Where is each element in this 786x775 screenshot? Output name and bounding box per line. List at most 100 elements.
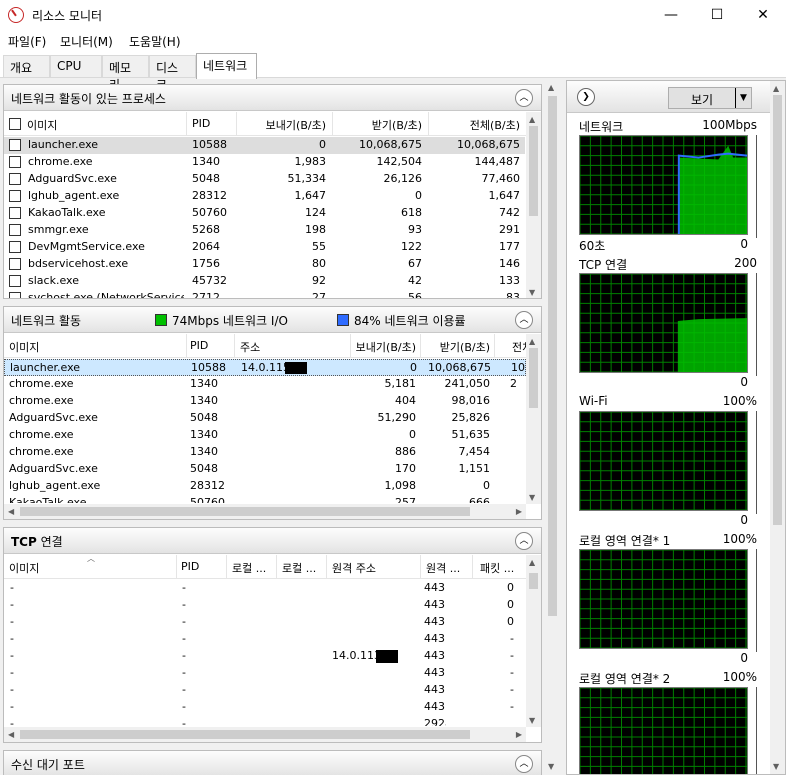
- activity-row[interactable]: chrome.exe 1340 404 98,016: [4, 393, 526, 410]
- process-row[interactable]: slack.exe 45732 92 42 133: [4, 273, 525, 290]
- col-pid[interactable]: PID: [192, 117, 210, 133]
- process-row[interactable]: KakaoTalk.exe 50760 124 618 742: [4, 205, 525, 222]
- row-checkbox[interactable]: [9, 207, 21, 219]
- col-pid[interactable]: PID: [190, 339, 208, 355]
- cell-total: 10,068,675: [457, 138, 520, 151]
- expand-arrow-icon[interactable]: ❯: [577, 88, 595, 106]
- col-total[interactable]: 전처: [512, 339, 526, 355]
- col-pid[interactable]: PID: [181, 560, 199, 576]
- cell-image: lghub_agent.exe: [28, 189, 120, 202]
- cell-pid: 28312: [190, 479, 225, 492]
- cell-pid: -: [182, 615, 186, 628]
- select-all-checkbox[interactable]: [9, 118, 21, 130]
- menu-file[interactable]: 파일(F): [8, 33, 46, 50]
- cell-total: 2: [510, 377, 517, 390]
- process-row[interactable]: DevMgmtService.exe 2064 55 122 177: [4, 239, 525, 256]
- row-checkbox[interactable]: [9, 190, 21, 202]
- tab-memory[interactable]: 메모리: [102, 55, 149, 92]
- col-send[interactable]: 보내기(B/초): [238, 117, 326, 133]
- cell-receive: 93: [408, 223, 422, 236]
- process-row[interactable]: smmgr.exe 5268 198 93 291: [4, 222, 525, 239]
- col-receive[interactable]: 받기(B/초): [422, 339, 490, 355]
- collapse-icon[interactable]: ︿: [515, 532, 533, 550]
- tcp-row[interactable]: - - 443 0: [4, 614, 526, 631]
- cell-receive: 98,016: [451, 394, 491, 407]
- process-row[interactable]: AdguardSvc.exe 5048 51,334 26,126 77,460: [4, 171, 525, 188]
- cell-pid: 10588: [191, 361, 226, 374]
- tcp-row[interactable]: - - 443 -: [4, 682, 526, 699]
- row-checkbox[interactable]: [9, 173, 21, 185]
- col-packet-loss[interactable]: 패킷 ...: [480, 560, 520, 576]
- col-local-address[interactable]: 로컬 ...: [232, 560, 274, 576]
- main-scrollbar[interactable]: ▲ ▼: [544, 80, 561, 775]
- col-remote-port[interactable]: 원격 ...: [426, 560, 466, 576]
- cell-total: 1,647: [488, 189, 521, 202]
- activity-row[interactable]: launcher.exe 10588 14.0.115. 0 10,068,675 10,…: [4, 359, 526, 376]
- col-total[interactable]: 전체(B/초): [430, 117, 520, 133]
- activity-rows: launcher.exe 10588 14.0.115. 0 10,068,675 10,…: [4, 359, 526, 503]
- cell-receive: 42: [408, 274, 422, 287]
- activity-row[interactable]: lghub_agent.exe 28312 1,098 0: [4, 478, 526, 495]
- process-row[interactable]: launcher.exe 10588 0 10,068,675 10,068,675: [4, 137, 525, 154]
- tab-network[interactable]: 네트워크: [196, 53, 257, 79]
- row-checkbox[interactable]: [9, 139, 21, 151]
- tcp-row[interactable]: - - 2928: [4, 716, 526, 726]
- col-local-port[interactable]: 로컬 ...: [282, 560, 324, 576]
- cell-remote-port: 443: [424, 649, 445, 662]
- tcp-row[interactable]: - - 443 0: [4, 597, 526, 614]
- col-address[interactable]: 주소: [240, 339, 260, 355]
- tab-disk[interactable]: 디스크: [149, 55, 196, 92]
- row-checkbox[interactable]: [9, 241, 21, 253]
- row-checkbox[interactable]: [9, 224, 21, 236]
- process-row[interactable]: lghub_agent.exe 28312 1,647 0 1,647: [4, 188, 525, 205]
- activity-vscrollbar[interactable]: ▲ ▼: [526, 334, 541, 504]
- col-image[interactable]: 이미지: [9, 560, 39, 576]
- process-row[interactable]: chrome.exe 1340 1,983 142,504 144,487: [4, 154, 525, 171]
- row-checkbox[interactable]: [9, 258, 21, 270]
- graph-pane-scrollbar[interactable]: ▲ ▼: [770, 81, 785, 774]
- processes-panel-header[interactable]: 네트워크 활동이 있는 프로세스 ︿: [4, 85, 541, 111]
- row-checkbox[interactable]: [9, 275, 21, 287]
- tab-cpu[interactable]: CPU: [50, 55, 102, 77]
- collapse-icon[interactable]: ︿: [515, 89, 533, 107]
- tcp-vscrollbar[interactable]: ▲ ▼: [526, 555, 541, 727]
- listening-ports-panel-header[interactable]: 수신 대기 포트 ︿: [4, 751, 541, 775]
- cell-send: 170: [395, 462, 416, 475]
- activity-row[interactable]: AdguardSvc.exe 5048 170 1,151: [4, 461, 526, 478]
- col-image[interactable]: 이미지: [27, 117, 57, 133]
- maximize-button[interactable]: ☐: [694, 0, 740, 30]
- cell-pid: 5048: [190, 462, 218, 475]
- collapse-icon[interactable]: ︿: [515, 755, 533, 773]
- tcp-row[interactable]: - - 443 -: [4, 699, 526, 716]
- process-row[interactable]: bdservicehost.exe 1756 80 67 146: [4, 256, 525, 273]
- menu-help[interactable]: 도움말(H): [129, 33, 181, 50]
- col-send[interactable]: 보내기(B/초): [350, 339, 416, 355]
- tcp-panel-header[interactable]: TCP 연결 ︿: [4, 528, 541, 554]
- minimize-button[interactable]: —: [648, 0, 694, 30]
- col-image[interactable]: 이미지: [9, 339, 39, 355]
- menu-monitor[interactable]: 모니터(M): [60, 33, 113, 50]
- graph-4: 로컬 영역 연결* 2 100%: [579, 670, 757, 774]
- process-row[interactable]: svchost.exe (NetworkService... 2712 27 56 83: [4, 290, 525, 298]
- network-activity-panel-header[interactable]: 네트워크 활동 74Mbps 네트워크 I/O 84% 네트워크 이용률 ︿: [4, 307, 541, 333]
- collapse-icon[interactable]: ︿: [515, 311, 533, 329]
- activity-hscrollbar[interactable]: ◀ ▶: [4, 504, 526, 519]
- tcp-row[interactable]: - - 443 -: [4, 631, 526, 648]
- col-remote-address[interactable]: 원격 주소: [332, 560, 376, 576]
- tcp-row[interactable]: - - 14.0.113. 443 -: [4, 648, 526, 665]
- tab-overview[interactable]: 개요: [3, 55, 50, 77]
- tcp-row[interactable]: - - 443 -: [4, 665, 526, 682]
- close-button[interactable]: ✕: [740, 0, 786, 30]
- activity-row[interactable]: chrome.exe 1340 5,181 241,050 2: [4, 376, 526, 393]
- activity-row[interactable]: chrome.exe 1340 886 7,454: [4, 444, 526, 461]
- activity-row[interactable]: AdguardSvc.exe 5048 51,290 25,826: [4, 410, 526, 427]
- col-receive[interactable]: 받기(B/초): [334, 117, 422, 133]
- row-checkbox[interactable]: [9, 292, 21, 298]
- view-dropdown[interactable]: 보기 ▼: [668, 87, 752, 109]
- activity-row[interactable]: KakaoTalk.exe 50760 257 666: [4, 495, 526, 503]
- tcp-hscrollbar[interactable]: ◀ ▶: [4, 727, 526, 742]
- activity-row[interactable]: chrome.exe 1340 0 51,635: [4, 427, 526, 444]
- processes-scrollbar[interactable]: ▲ ▼: [526, 112, 541, 298]
- row-checkbox[interactable]: [9, 156, 21, 168]
- tcp-row[interactable]: - - 443 0: [4, 580, 526, 597]
